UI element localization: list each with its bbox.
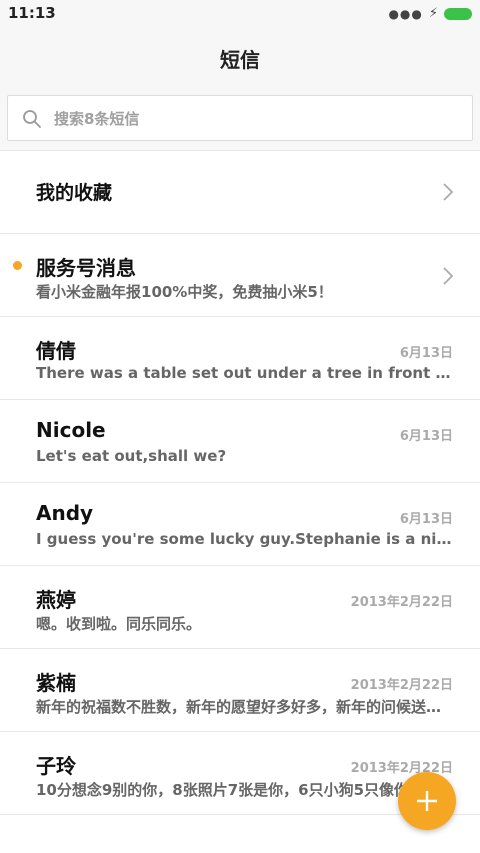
signal-dots-icon: ●●● (388, 7, 423, 21)
conversation-row[interactable]: Nicole 6月13日 Let's eat out,shall we? (0, 400, 480, 483)
message-preview: There was a table set out under a tree i… (36, 364, 454, 382)
title-bar: 短信 (0, 28, 480, 88)
conversation-row[interactable]: 紫楠 2013年2月22日 新年的祝福数不胜数，新年的愿望好多好多，新年的问候送… (0, 649, 480, 732)
service-preview: 看小米金融年报100%中奖，免费抽小米5！ (36, 283, 333, 301)
battery-icon (444, 8, 472, 20)
unread-dot-icon (13, 261, 22, 270)
contact-name: Nicole (36, 418, 106, 442)
message-date: 2013年2月22日 (350, 678, 453, 693)
chevron-right-icon (443, 183, 454, 201)
conversation-row[interactable]: 倩倩 6月13日 There was a table set out under… (0, 317, 480, 400)
contact-name: 子玲 (36, 754, 76, 778)
message-preview: I guess you're some lucky guy.Stephanie … (36, 530, 454, 548)
message-preview: 嗯。收到啦。同乐同乐。 (36, 615, 202, 633)
conversation-list: 我的收藏 服务号消息 看小米金融年报100%中奖，免费抽小米5！ 倩倩 6月13… (0, 150, 480, 815)
page-title: 短信 (220, 47, 260, 72)
message-preview: Let's eat out,shall we? (36, 447, 227, 465)
conversation-row[interactable]: 燕婷 2013年2月22日 嗯。收到啦。同乐同乐。 (0, 566, 480, 649)
chevron-right-icon (443, 267, 454, 285)
charging-icon: ⚡ (428, 6, 438, 21)
contact-name: 倩倩 (36, 339, 76, 363)
favorites-label: 我的收藏 (36, 182, 113, 204)
contact-name: 紫楠 (36, 671, 76, 695)
service-messages-row[interactable]: 服务号消息 看小米金融年报100%中奖，免费抽小米5！ (0, 234, 480, 317)
conversation-row[interactable]: Andy 6月13日 I guess you're some lucky guy… (0, 483, 480, 566)
plus-icon (417, 791, 437, 811)
message-date: 6月13日 (399, 429, 453, 444)
search-box[interactable] (7, 95, 473, 142)
favorites-row[interactable]: 我的收藏 (0, 150, 480, 234)
status-time: 11:13 (8, 4, 56, 22)
status-bar: 11:13 ●●● ⚡ (0, 0, 480, 28)
contact-name: 燕婷 (36, 588, 76, 612)
search-input[interactable] (52, 96, 456, 142)
contact-name: Andy (36, 501, 94, 525)
search-icon (23, 110, 41, 128)
service-title: 服务号消息 (36, 256, 136, 280)
search-area (0, 88, 480, 151)
message-date: 6月13日 (399, 346, 453, 361)
status-icons: ●●● ⚡ (388, 6, 472, 22)
message-date: 6月13日 (399, 512, 453, 527)
message-preview: 10分想念9别的你，8张照片7张是你，6只小狗5只像你 (36, 781, 410, 799)
message-preview: 新年的祝福数不胜数，新年的愿望好多好多，新年的问候送给你 (36, 698, 454, 716)
new-message-button[interactable] (398, 772, 456, 830)
message-date: 2013年2月22日 (350, 595, 453, 610)
